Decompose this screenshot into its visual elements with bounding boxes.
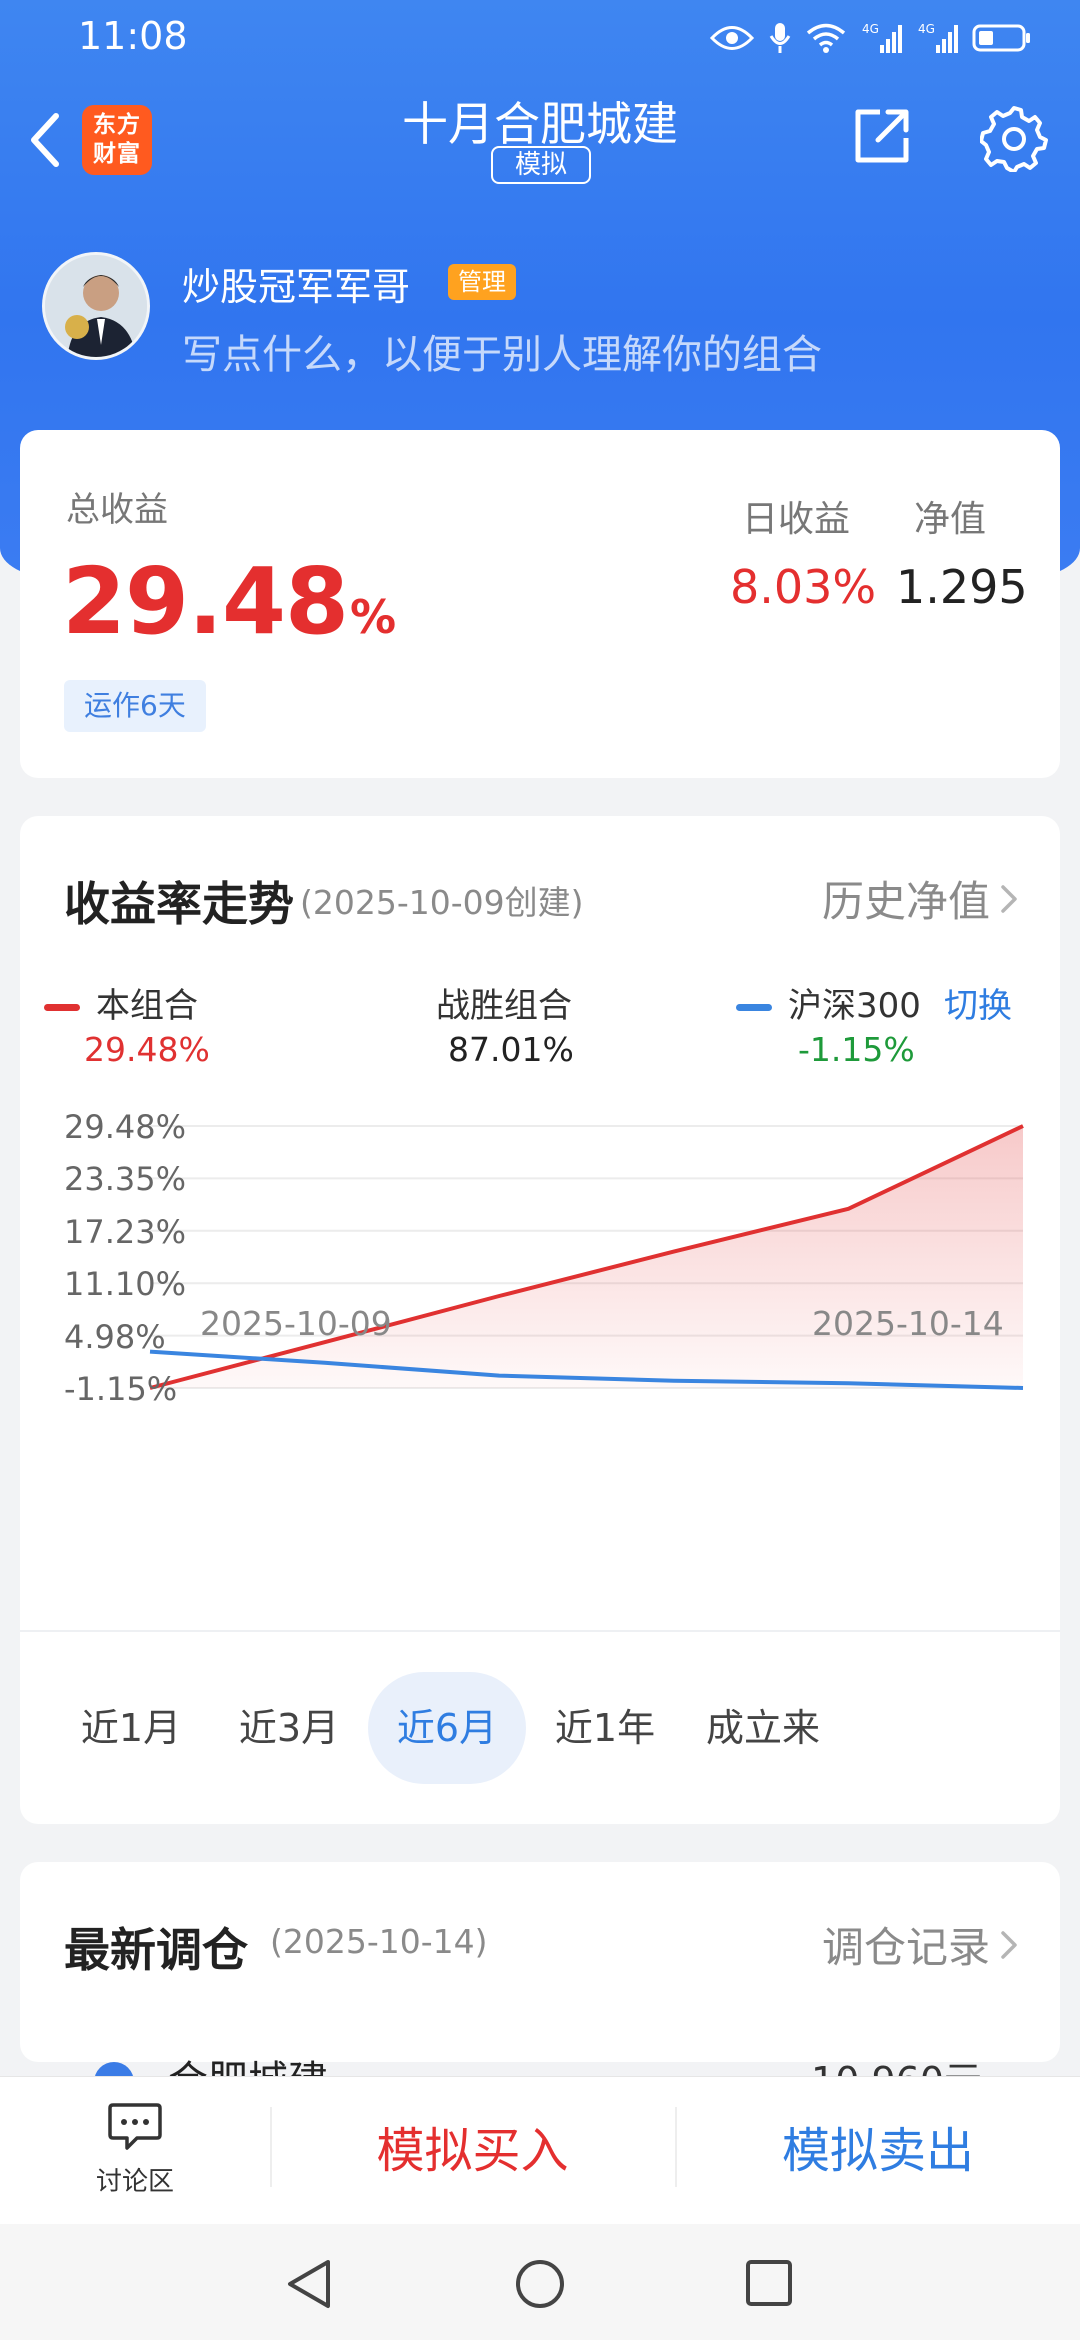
profile-section: 炒股冠军军哥 管理 写点什么，以便于别人理解你的组合 [0,250,1080,378]
period-since-inception[interactable]: 成立来 [684,1672,842,1784]
trend-title: 收益率走势 [64,877,294,931]
legend-label: 战胜组合 [436,986,572,1026]
running-days-tag: 运作6天 [64,680,206,732]
nav-recents-button[interactable] [744,2258,794,2312]
rebalance-date: (2025-10-14) [270,1922,488,1961]
discussion-button[interactable]: 讨论区 [70,2101,200,2198]
period-6m[interactable]: 近6月 [368,1672,526,1784]
legend-winning: 战胜组合 87.01% [436,978,574,1069]
x-tick-label: 2025-10-14 [812,1304,1004,1343]
wifi-icon [806,23,846,53]
status-bar: 11:08 4G 4G [0,0,1080,80]
series-area [150,1126,1023,1388]
daily-return-value: 8.03% [730,560,877,614]
svg-text:4G: 4G [918,22,935,36]
chat-bubble-icon [108,2103,162,2150]
rebalance-record-link[interactable]: 调仓记录 [822,1914,1020,1975]
legend-value: 87.01% [448,1030,574,1069]
gear-icon [979,106,1048,174]
portfolio-description[interactable]: 写点什么，以便于别人理解你的组合 [182,322,822,380]
legend-label: 沪深300 [788,986,921,1026]
history-nav-label: 历史净值 [821,877,990,926]
square-recents-icon [746,2260,792,2306]
user-name[interactable]: 炒股冠军军哥 [182,256,410,311]
signal-4g-icon: 4G [862,22,902,53]
triangle-back-icon [288,2260,330,2308]
chevron-right-icon [1001,1930,1017,1959]
circle-home-icon [516,2260,564,2308]
simulate-buy-button[interactable]: 模拟买入 [270,2077,675,2225]
discussion-label: 讨论区 [95,2167,174,2197]
svg-text:4G: 4G [862,22,879,36]
y-tick-label: 29.48% [64,1108,187,1146]
rebalance-card: 最新调仓 (2025-10-14) 调仓记录 合肥城建 10.960元 [20,1862,1060,2104]
rebalance-record-label: 调仓记录 [821,1923,990,1972]
microphone-icon [769,23,791,53]
chevron-right-icon [1001,884,1017,913]
share-button[interactable] [850,104,914,168]
daily-return-label: 日收益 [742,499,851,540]
y-tick-label: 11.10% [64,1265,187,1304]
legend-portfolio: 本组合 29.48% [44,978,210,1069]
period-1y[interactable]: 近1年 [526,1672,684,1784]
simulate-sell-button[interactable]: 模拟卖出 [676,2077,1080,2225]
period-1m[interactable]: 近1月 [52,1672,210,1784]
page-title: 十月合肥城建 [402,97,678,151]
legend-label: 本组合 [96,986,198,1026]
history-nav-link[interactable]: 历史净值 [822,868,1020,929]
divider [20,1630,1060,1632]
share-icon [855,109,909,163]
avatar[interactable] [42,252,150,360]
system-nav-bar [0,2224,1080,2340]
y-tick-label: 4.98% [64,1317,166,1356]
nav-home-button[interactable] [514,2258,566,2314]
manage-badge: 管理 [448,264,516,300]
trend-card: 收益率走势 (2025-10-09创建) 历史净值 本组合 29.48% 战胜组… [20,816,1060,1824]
switch-benchmark-button[interactable]: 切换 [944,978,1012,1027]
nav-bar: 东方 财富 十月合肥城建 模拟 [0,80,1080,200]
net-value-value: 1.295 [896,560,1028,614]
settings-button[interactable] [979,104,1048,174]
mode-tag: 模拟 [491,146,591,184]
total-return-unit: % [350,590,396,644]
net-value-label: 净值 [914,499,987,540]
total-return-label: 总收益 [66,490,168,530]
legend-swatch [736,1004,772,1011]
total-return-number: 29.48 [62,548,349,655]
battery-icon [972,24,1030,52]
legend-value: -1.15% [798,1030,915,1069]
avatar-image [45,255,147,357]
y-tick-label: 23.35% [64,1160,187,1199]
signal-4g-icon: 4G [918,22,958,53]
legend-swatch [44,1004,80,1011]
eye-icon [710,26,754,50]
legend-value: 29.48% [84,1030,210,1069]
status-time: 11:08 [78,14,188,58]
nav-back-button[interactable] [284,2258,334,2314]
y-tick-label: 17.23% [64,1212,187,1251]
total-return-value: 29.48% [62,548,396,655]
summary-card: 总收益 29.48% 运作6天 日收益 净值 8.03% 1.295 [20,430,1060,778]
x-tick-label: 2025-10-09 [200,1304,392,1343]
y-tick-label: -1.15% [64,1370,178,1408]
legend-csi300: 沪深300 -1.15% [736,978,921,1069]
rebalance-title: 最新调仓 [64,1923,248,1977]
bottom-action-bar: 讨论区 模拟买入 模拟卖出 [0,2076,1080,2224]
period-3m[interactable]: 近3月 [210,1672,368,1784]
created-date: (2025-10-09创建) [300,883,584,922]
